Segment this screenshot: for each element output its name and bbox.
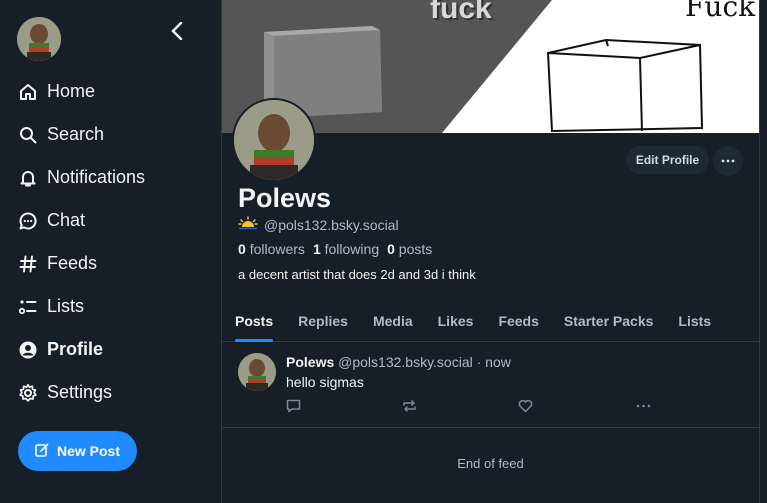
post-author[interactable]: Polews xyxy=(286,354,334,370)
post-more-icon[interactable] xyxy=(634,398,652,414)
handle-row: @pols132.bsky.social xyxy=(238,216,399,233)
profile-view: fuck Fuck Edit Profile Polews @pols132.b… xyxy=(222,0,760,503)
following-stat[interactable]: 1 following xyxy=(313,241,379,257)
tab-starter-packs[interactable]: Starter Packs xyxy=(564,304,654,342)
nav-settings[interactable]: Settings xyxy=(18,371,145,414)
nav-home[interactable]: Home xyxy=(18,70,145,113)
nav-label: Chat xyxy=(47,210,86,230)
nav-profile[interactable]: Profile xyxy=(18,328,145,371)
chevron-left-icon xyxy=(171,22,183,40)
feed-post[interactable]: Polews @pols132.bsky.social · now hello … xyxy=(222,342,759,428)
nav-search[interactable]: Search xyxy=(18,113,145,156)
post-text: hello sigmas xyxy=(286,374,364,390)
nav-label: Feeds xyxy=(47,253,98,273)
profile-handle: @pols132.bsky.social xyxy=(264,216,399,233)
sidebar: Home Search Notifications Chat Feeds Lis… xyxy=(0,0,222,503)
search-icon xyxy=(18,125,38,145)
profile-stats: 0 followers 1 following 0 posts xyxy=(238,241,432,257)
edit-pencil-icon xyxy=(35,443,49,460)
end-of-feed: End of feed xyxy=(457,456,524,471)
repost-icon[interactable] xyxy=(400,398,418,414)
profile-bio: a decent artist that does 2d and 3d i th… xyxy=(238,267,476,282)
tab-replies[interactable]: Replies xyxy=(298,304,348,342)
nav-feeds[interactable]: Feeds xyxy=(18,242,145,285)
nav-lists[interactable]: Lists xyxy=(18,285,145,328)
edit-profile-button[interactable]: Edit Profile xyxy=(626,146,709,174)
nav-label: Search xyxy=(47,124,105,144)
bell-icon xyxy=(18,168,38,188)
nav-label: Notifications xyxy=(47,167,146,187)
tab-feeds[interactable]: Feeds xyxy=(498,304,538,342)
sunrise-icon xyxy=(238,216,258,233)
post-meta: @pols132.bsky.social · now xyxy=(338,354,511,370)
avatar[interactable] xyxy=(17,17,61,61)
banner-text-right: Fuck xyxy=(685,0,756,23)
like-heart-icon[interactable] xyxy=(516,398,534,414)
posts-stat: 0 posts xyxy=(387,241,433,257)
nav-label: Settings xyxy=(47,382,113,402)
more-options-button[interactable] xyxy=(713,146,743,176)
tab-media[interactable]: Media xyxy=(373,304,413,342)
main-nav: Home Search Notifications Chat Feeds Lis… xyxy=(18,70,145,414)
post-avatar[interactable] xyxy=(238,353,276,391)
nav-label: Profile xyxy=(47,339,104,359)
tab-lists[interactable]: Lists xyxy=(678,304,711,342)
reply-icon[interactable] xyxy=(284,398,302,414)
profile-icon xyxy=(18,340,38,360)
banner-text-left: fuck xyxy=(430,0,492,25)
profile-avatar[interactable] xyxy=(232,98,316,182)
new-post-label: New Post xyxy=(56,443,120,459)
display-name: Polews xyxy=(238,183,332,213)
profile-tabs: Posts Replies Media Likes Feeds Starter … xyxy=(222,304,759,342)
followers-stat[interactable]: 0 followers xyxy=(238,241,305,257)
nav-label: Lists xyxy=(47,296,85,316)
collapse-sidebar-button[interactable] xyxy=(166,20,188,42)
chat-icon xyxy=(18,211,38,231)
tab-posts[interactable]: Posts xyxy=(235,304,274,342)
ellipsis-icon xyxy=(721,159,735,163)
gear-icon xyxy=(18,383,38,403)
nav-chat[interactable]: Chat xyxy=(18,199,145,242)
home-icon xyxy=(18,82,38,102)
tab-likes[interactable]: Likes xyxy=(438,304,474,342)
post-header: Polews @pols132.bsky.social · now xyxy=(286,354,511,370)
list-icon xyxy=(18,297,38,317)
nav-label: Home xyxy=(47,81,96,101)
new-post-button[interactable]: New Post xyxy=(18,431,137,471)
nav-notifications[interactable]: Notifications xyxy=(18,156,145,199)
hash-icon xyxy=(18,254,38,274)
